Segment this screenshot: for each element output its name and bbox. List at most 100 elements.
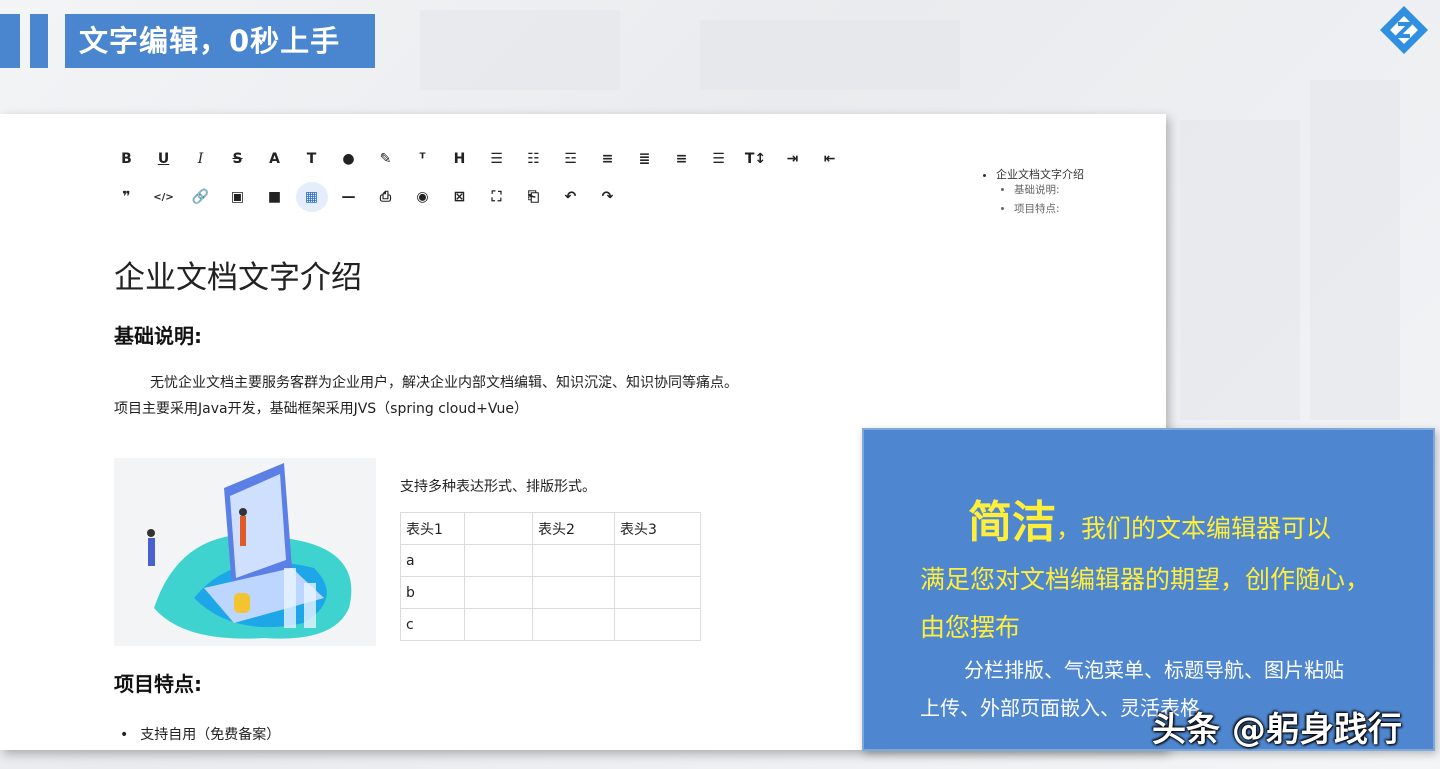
table-cell[interactable]: [614, 608, 701, 641]
quote-button[interactable]: ❞: [108, 182, 145, 212]
remove-format-icon: ᵀ: [419, 151, 426, 167]
strikethrough-button[interactable]: S: [219, 144, 256, 174]
table-header-cell[interactable]: 表头1: [400, 512, 465, 545]
toc-item-features[interactable]: 项目特点:: [1014, 201, 1084, 216]
preview-icon: ◉: [416, 189, 429, 205]
redo-button[interactable]: ↷: [589, 182, 626, 212]
heading-button[interactable]: H: [441, 144, 478, 174]
table-cell[interactable]: [464, 576, 533, 609]
paragraph-2[interactable]: 项目主要采用Java开发，基础框架采用JVS（spring cloud+Vue）: [114, 398, 528, 418]
background-building: [1180, 120, 1300, 420]
justify-button[interactable]: ☰: [700, 144, 737, 174]
table-cell[interactable]: b: [400, 576, 465, 609]
table-cell[interactable]: [464, 608, 533, 641]
horizontal-rule-button[interactable]: —: [330, 182, 367, 212]
undo-button[interactable]: ↶: [552, 182, 589, 212]
unordered-list-icon: ☰: [490, 151, 503, 167]
section-heading-basic[interactable]: 基础说明:: [114, 320, 202, 349]
background-building: [700, 20, 960, 90]
image-button[interactable]: ▣: [219, 182, 256, 212]
table-icon: ▦: [304, 189, 319, 205]
font-color-button[interactable]: A: [256, 144, 293, 174]
table-header-cell[interactable]: 表头2: [532, 512, 615, 545]
bold-button[interactable]: B: [108, 144, 145, 174]
paragraph-1[interactable]: 无忧企业文档主要服务客群为企业用户，解决企业内部文档编辑、知识沉淀、知识协同等痛…: [150, 372, 738, 392]
horizontal-rule-icon: —: [341, 189, 356, 205]
clear-format-icon: T: [306, 151, 317, 167]
content-table[interactable]: 表头1 表头2 表头3 a b c: [400, 512, 701, 641]
document-title[interactable]: 企业文档文字介绍: [114, 252, 362, 297]
background-building: [420, 10, 620, 90]
strikethrough-icon: S: [232, 151, 243, 167]
callout-line-1: 简洁，我们的文本编辑器可以: [968, 486, 1331, 550]
justify-icon: ☰: [712, 151, 725, 167]
list-item[interactable]: 支持自用（免费备案）: [120, 724, 280, 744]
table-cell[interactable]: [532, 544, 615, 577]
font-color-icon: A: [269, 151, 280, 167]
toc-item-label: 企业文档文字介绍: [996, 168, 1084, 181]
outdent-button[interactable]: ⇤: [811, 144, 848, 174]
table-cell[interactable]: [464, 544, 533, 577]
toc-item-basic[interactable]: 基础说明:: [1014, 182, 1084, 197]
table-row: b: [400, 576, 701, 609]
highlight-button[interactable]: ✎: [367, 144, 404, 174]
callout-line-1-rest: ，我们的文本编辑器可以: [1056, 514, 1332, 543]
fullscreen-button[interactable]: ⛶: [478, 182, 515, 212]
callout-line-4: 分栏排版、气泡菜单、标题导航、图片粘贴: [964, 658, 1344, 682]
table-header-row: 表头1 表头2 表头3: [400, 512, 701, 545]
clear-format-button[interactable]: T: [293, 144, 330, 174]
page-title: 文字编辑，0秒上手: [65, 14, 375, 68]
table-cell[interactable]: a: [400, 544, 465, 577]
background-building: [1310, 80, 1400, 420]
export-button[interactable]: ⎗: [515, 182, 552, 212]
export-icon: ⎗: [527, 189, 540, 205]
ordered-list-button[interactable]: ☷: [515, 144, 552, 174]
link-button[interactable]: 🔗: [182, 182, 219, 212]
underline-button[interactable]: U: [145, 144, 182, 174]
heading-icon: H: [453, 151, 466, 167]
table-cell[interactable]: c: [400, 608, 465, 641]
indent-button[interactable]: ⇥: [774, 144, 811, 174]
ordered-list-icon: ☷: [527, 151, 540, 167]
brand-logo-icon: [1380, 6, 1428, 54]
table-cell[interactable]: [614, 576, 701, 609]
fullscreen-icon: ⛶: [491, 189, 502, 205]
table-header-cell[interactable]: [464, 512, 533, 545]
callout-keyword: 简洁: [968, 497, 1056, 548]
align-left-icon: ≡: [601, 151, 614, 167]
toc-item-title[interactable]: 企业文档文字介绍 基础说明: 项目特点:: [996, 166, 1084, 216]
toolbar-row-2: ❞ </> 🔗 ▣ ■ ▦ — ⎙ ◉ ⊠ ⛶ ⎗ ↶ ↷: [108, 182, 626, 212]
callout-line-3: 由您摆布: [920, 613, 1021, 642]
illustration-image[interactable]: [114, 458, 376, 646]
section-heading-features[interactable]: 项目特点:: [114, 668, 202, 697]
table-cell[interactable]: [532, 608, 615, 641]
align-left-button[interactable]: ≡: [589, 144, 626, 174]
code-button[interactable]: </>: [145, 182, 182, 212]
task-list-button[interactable]: ☲: [552, 144, 589, 174]
code-icon: </>: [153, 191, 174, 203]
background-color-button[interactable]: ●: [330, 144, 367, 174]
quote-icon: ❞: [122, 189, 131, 205]
remove-format-button[interactable]: ᵀ: [404, 144, 441, 174]
table-header-cell[interactable]: 表头3: [614, 512, 701, 545]
align-right-button[interactable]: ≡: [663, 144, 700, 174]
table-button[interactable]: ▦: [295, 182, 328, 212]
italic-button[interactable]: I: [182, 144, 219, 174]
underline-icon: U: [157, 151, 170, 167]
align-center-button[interactable]: ≣: [626, 144, 663, 174]
print-button[interactable]: ⎙: [367, 182, 404, 212]
embed-button[interactable]: ⊠: [441, 182, 478, 212]
table-cell[interactable]: [614, 544, 701, 577]
callout-line-2: 满足您对文档编辑器的期望，创作随心，: [920, 565, 1371, 594]
unordered-list-button[interactable]: ☰: [478, 144, 515, 174]
table-cell[interactable]: [532, 576, 615, 609]
print-icon: ⎙: [379, 189, 392, 205]
align-center-icon: ≣: [638, 151, 651, 167]
image-caption[interactable]: 支持多种表达形式、排版形式。: [400, 476, 596, 496]
font-size-button[interactable]: T↕: [737, 144, 774, 174]
indent-icon: ⇥: [786, 151, 799, 167]
table-row: a: [400, 544, 701, 577]
background-color-icon: ●: [342, 151, 355, 167]
video-button[interactable]: ■: [256, 182, 293, 212]
preview-button[interactable]: ◉: [404, 182, 441, 212]
